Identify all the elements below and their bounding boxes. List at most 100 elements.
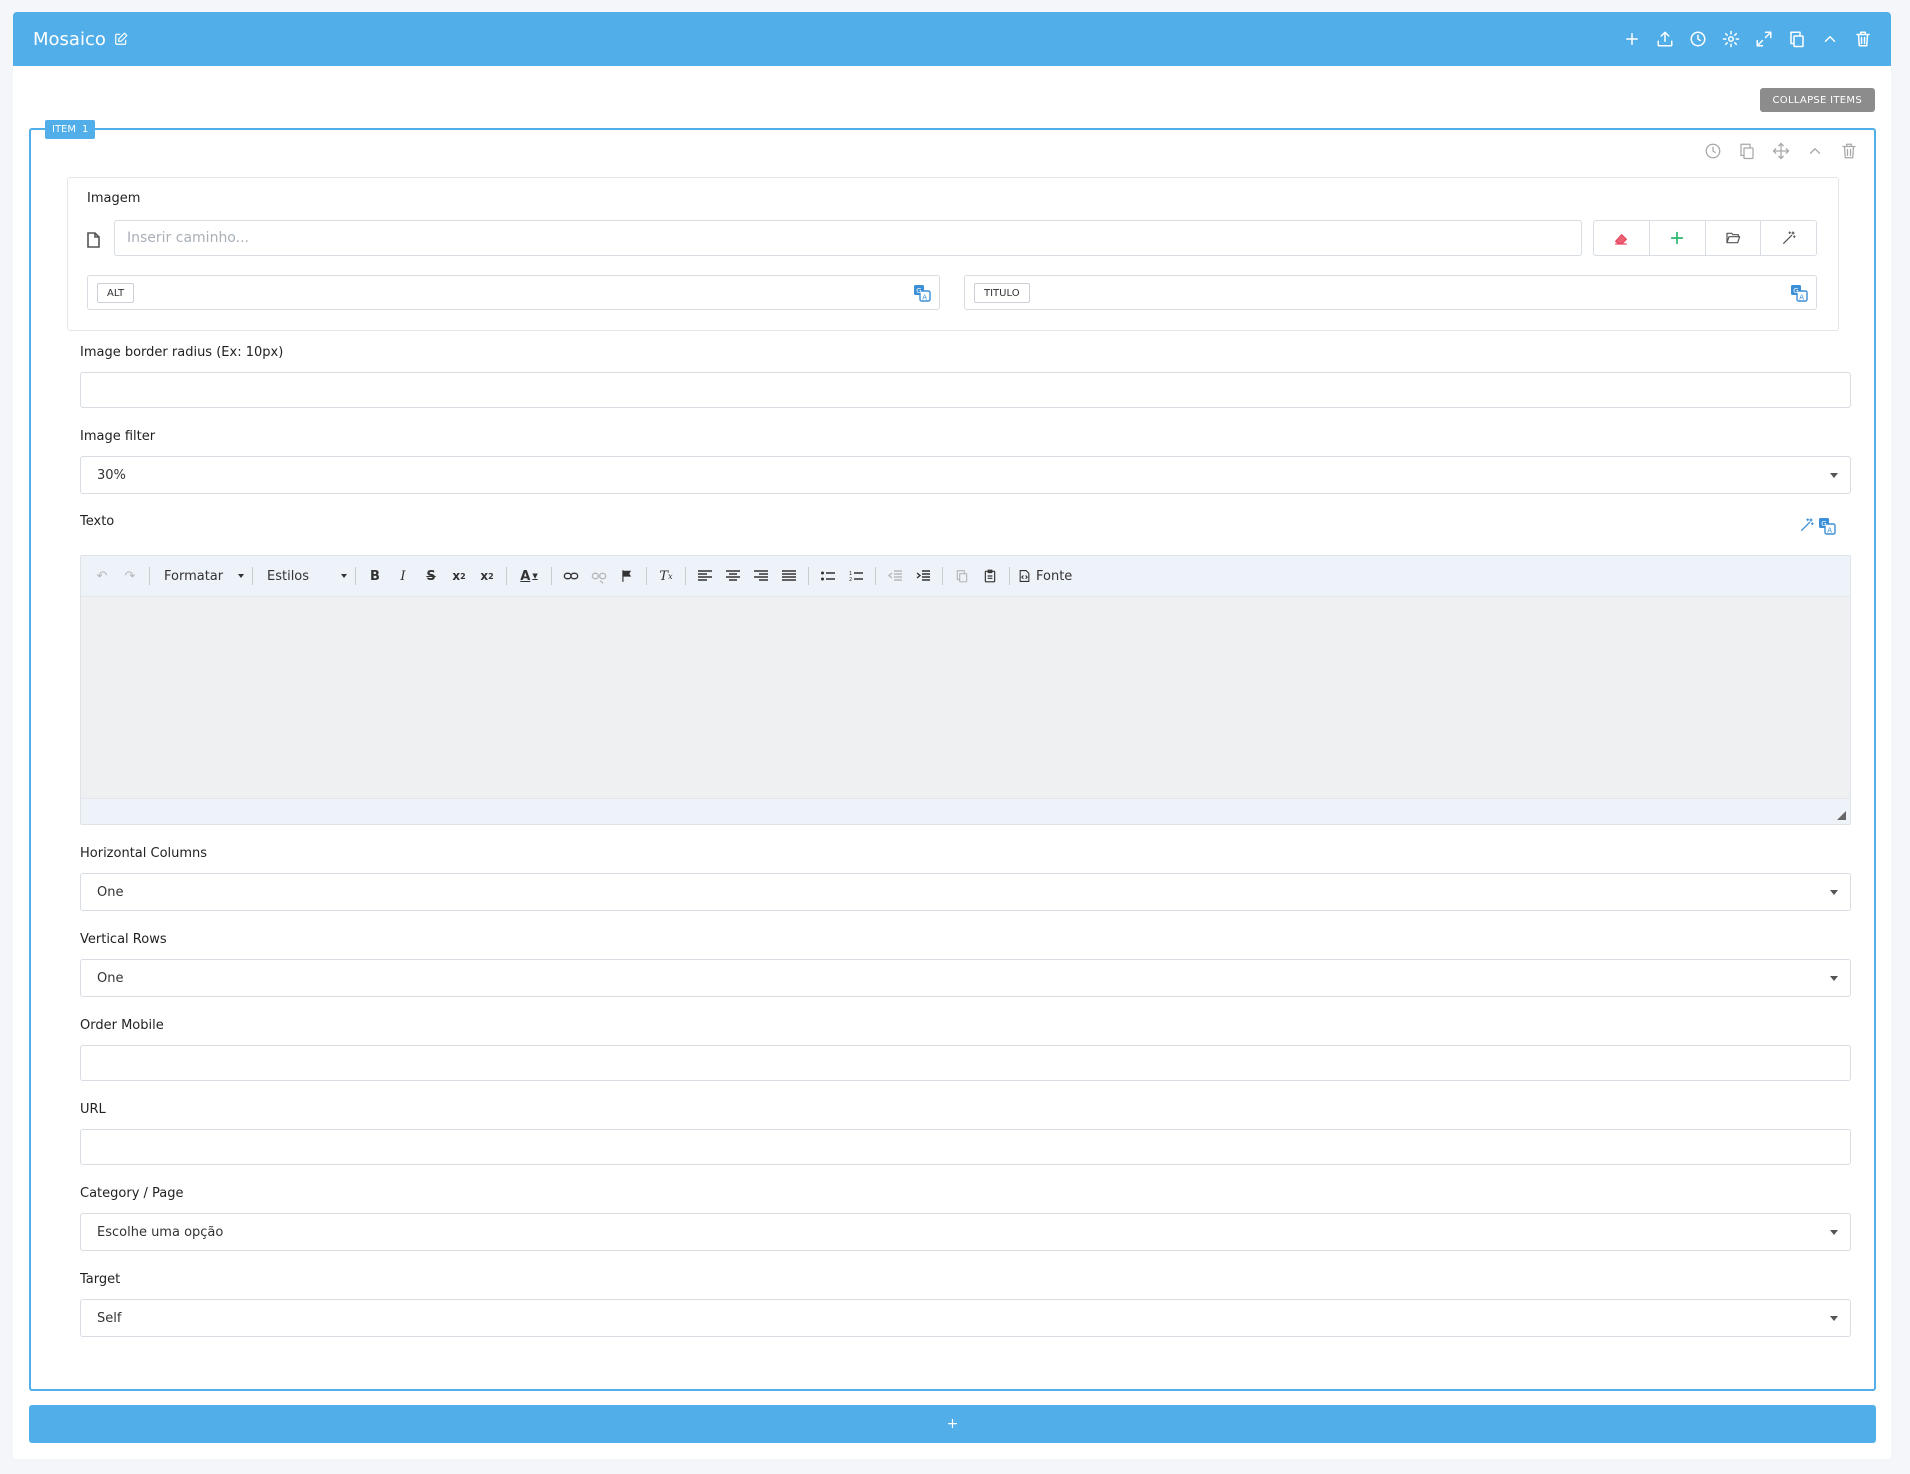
format-dropdown[interactable]: Formatar bbox=[158, 569, 244, 584]
vertical-rows-select[interactable]: One bbox=[80, 959, 1851, 997]
panel-title-text: Mosaico bbox=[33, 28, 106, 50]
image-path-input[interactable] bbox=[114, 220, 1582, 256]
superscript-icon[interactable]: x2 bbox=[476, 565, 498, 587]
toolbar-divider bbox=[355, 567, 356, 585]
redo-icon[interactable]: ↷ bbox=[119, 565, 141, 587]
texto-label: Texto bbox=[80, 514, 115, 529]
toolbar-divider bbox=[646, 567, 647, 585]
item-move-icon[interactable] bbox=[1770, 140, 1792, 162]
collapse-items-button[interactable]: COLLAPSE ITEMS bbox=[1759, 88, 1875, 112]
image-filter-select[interactable]: 30% bbox=[80, 456, 1851, 494]
bulleted-list-icon[interactable] bbox=[817, 565, 839, 587]
indent-icon[interactable] bbox=[912, 565, 934, 587]
add-item-button[interactable]: + bbox=[29, 1405, 1876, 1443]
item-collapse-icon[interactable] bbox=[1804, 140, 1826, 162]
toolbar-divider bbox=[875, 567, 876, 585]
strikethrough-icon[interactable]: S bbox=[420, 565, 442, 587]
copy-format-icon[interactable] bbox=[951, 565, 973, 587]
mosaico-panel: Mosaico COLLAPSE ITEMS ITEM 1 Imagem Ins… bbox=[13, 12, 1891, 1459]
border-radius-input[interactable] bbox=[80, 372, 1851, 408]
copy-icon[interactable] bbox=[1785, 27, 1809, 51]
svg-text:A: A bbox=[922, 293, 927, 301]
plus-icon bbox=[1670, 231, 1684, 245]
chevron-down-icon bbox=[1830, 1230, 1838, 1235]
item-copy-icon[interactable] bbox=[1736, 140, 1758, 162]
svg-text:G: G bbox=[916, 287, 921, 295]
category-page-value: Escolhe uma opção bbox=[97, 1224, 224, 1240]
horizontal-columns-label: Horizontal Columns bbox=[80, 846, 208, 861]
styles-dropdown[interactable]: Estilos bbox=[261, 569, 347, 584]
target-select[interactable]: Self bbox=[80, 1299, 1851, 1337]
svg-text:G: G bbox=[1821, 520, 1826, 528]
item-trash-icon[interactable] bbox=[1838, 140, 1860, 162]
item-actions bbox=[1702, 140, 1860, 162]
anchor-flag-icon[interactable] bbox=[616, 565, 638, 587]
format-dropdown-label: Formatar bbox=[164, 568, 224, 584]
magic-image-button[interactable] bbox=[1761, 221, 1816, 255]
title-tag: TITULO bbox=[974, 283, 1030, 303]
styles-dropdown-label: Estilos bbox=[267, 568, 310, 584]
toolbar-divider bbox=[942, 567, 943, 585]
translate-icon[interactable]: GA bbox=[1818, 517, 1836, 535]
link-icon[interactable] bbox=[560, 565, 582, 587]
target-value: Self bbox=[97, 1310, 122, 1326]
text-color-icon[interactable]: A ▼ bbox=[515, 565, 543, 587]
folder-open-icon bbox=[1726, 232, 1741, 244]
subscript-icon[interactable]: x2 bbox=[448, 565, 470, 587]
clear-image-button[interactable] bbox=[1594, 221, 1650, 255]
rich-text-editor: ↶ ↷ Formatar Estilos B I S x2 x2 A ▼ T x… bbox=[80, 555, 1851, 825]
chevron-up-icon[interactable] bbox=[1818, 27, 1842, 51]
source-code-icon bbox=[1019, 570, 1030, 582]
toolbar-divider bbox=[149, 567, 150, 585]
align-right-icon[interactable] bbox=[750, 565, 772, 587]
order-mobile-input[interactable] bbox=[80, 1045, 1851, 1081]
add-image-button[interactable] bbox=[1650, 221, 1706, 255]
remove-format-icon[interactable]: Tx bbox=[655, 565, 677, 587]
target-label: Target bbox=[80, 1272, 121, 1287]
header-actions bbox=[1620, 12, 1875, 66]
bold-icon[interactable]: B bbox=[364, 565, 386, 587]
resize-handle-icon[interactable] bbox=[1837, 811, 1846, 820]
browse-folder-button[interactable] bbox=[1706, 221, 1762, 255]
edit-title-icon[interactable] bbox=[114, 32, 128, 46]
magic-wand-icon[interactable] bbox=[1799, 517, 1815, 535]
category-page-select[interactable]: Escolhe uma opção bbox=[80, 1213, 1851, 1251]
editor-toolbar: ↶ ↷ Formatar Estilos B I S x2 x2 A ▼ T x… bbox=[81, 556, 1850, 597]
unlink-icon[interactable] bbox=[588, 565, 610, 587]
item-history-icon[interactable] bbox=[1702, 140, 1724, 162]
category-page-label: Category / Page bbox=[80, 1186, 184, 1201]
alt-field[interactable]: ALT GA bbox=[87, 275, 940, 310]
title-field[interactable]: TITULO GA bbox=[964, 275, 1817, 310]
editor-content-area[interactable] bbox=[81, 597, 1850, 798]
url-input[interactable] bbox=[80, 1129, 1851, 1165]
toolbar-divider bbox=[808, 567, 809, 585]
toolbar-divider bbox=[1009, 567, 1010, 585]
italic-icon[interactable]: I bbox=[392, 565, 414, 587]
order-mobile-label: Order Mobile bbox=[80, 1018, 164, 1033]
undo-icon[interactable]: ↶ bbox=[91, 565, 113, 587]
chevron-down-icon bbox=[1830, 890, 1838, 895]
clock-icon[interactable] bbox=[1686, 27, 1710, 51]
align-center-icon[interactable] bbox=[722, 565, 744, 587]
panel-title: Mosaico bbox=[33, 27, 128, 51]
image-button-group bbox=[1593, 220, 1817, 256]
add-block-icon[interactable] bbox=[1620, 27, 1644, 51]
url-label: URL bbox=[80, 1102, 106, 1117]
expand-icon[interactable] bbox=[1752, 27, 1776, 51]
item-tag-number: 1 bbox=[82, 124, 89, 135]
align-justify-icon[interactable] bbox=[778, 565, 800, 587]
outdent-icon[interactable] bbox=[884, 565, 906, 587]
image-filter-label: Image filter bbox=[80, 429, 156, 444]
align-left-icon[interactable] bbox=[694, 565, 716, 587]
numbered-list-icon[interactable]: 12 bbox=[845, 565, 867, 587]
upload-icon[interactable] bbox=[1653, 27, 1677, 51]
source-button[interactable]: Fonte bbox=[1018, 569, 1072, 584]
paste-text-icon[interactable] bbox=[979, 565, 1001, 587]
horizontal-columns-select[interactable]: One bbox=[80, 873, 1851, 911]
chevron-down-icon bbox=[1830, 1316, 1838, 1321]
translate-icon[interactable]: GA bbox=[913, 284, 931, 302]
translate-icon[interactable]: GA bbox=[1790, 284, 1808, 302]
trash-icon[interactable] bbox=[1851, 27, 1875, 51]
image-label: Imagem bbox=[87, 191, 141, 206]
gear-icon[interactable] bbox=[1719, 27, 1743, 51]
